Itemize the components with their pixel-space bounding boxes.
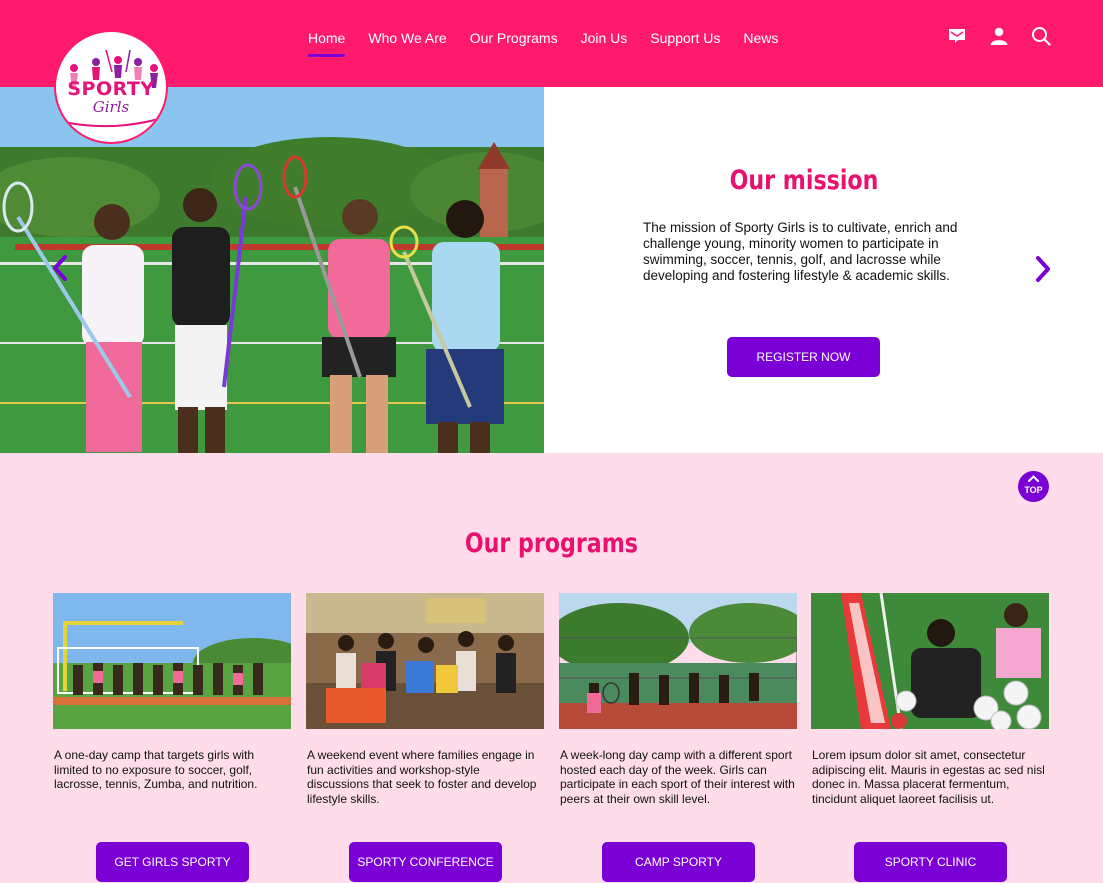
nav-item-support-us[interactable]: Support Us (650, 28, 720, 48)
program-photo (811, 593, 1049, 729)
main-nav: Home Who We Are Our Programs Join Us Sup… (308, 28, 801, 57)
program-description: A weekend event where families engage in… (307, 748, 537, 806)
register-now-button[interactable]: REGISTER NOW (727, 337, 880, 377)
mission-text: The mission of Sporty Girls is to cultiv… (643, 220, 958, 283)
chevron-left-icon[interactable] (48, 252, 72, 284)
program-card: Lorem ipsum dolor sit amet, consectetur … (811, 593, 1049, 882)
program-card: A one-day camp that targets girls with l… (53, 593, 291, 882)
mail-icon[interactable] (947, 26, 967, 46)
back-to-top-button[interactable]: TOP (1018, 471, 1049, 502)
program-card: A weekend event where families engage in… (306, 593, 544, 882)
logo-wordmark-girls: Girls (92, 98, 130, 116)
camp-sporty-button[interactable]: CAMP SPORTY (602, 842, 755, 882)
sporty-girls-logo[interactable]: SPORTY Girls (54, 30, 168, 144)
programs-title: Our programs (464, 528, 638, 559)
search-icon[interactable] (1031, 26, 1051, 46)
user-icon[interactable] (989, 26, 1009, 46)
back-to-top-label: TOP (1024, 485, 1043, 495)
program-photo (53, 593, 291, 729)
get-girls-sporty-button[interactable]: GET GIRLS SPORTY (96, 842, 249, 882)
mission-title: Our mission (729, 165, 879, 196)
logo-wordmark-sporty: SPORTY (67, 78, 155, 100)
chevron-right-icon[interactable] (1031, 253, 1055, 285)
chevron-up-icon (1028, 475, 1039, 482)
mission-panel: Our mission The mission of Sporty Girls … (544, 87, 1103, 453)
program-photo (306, 593, 544, 729)
sporty-clinic-button[interactable]: SPORTY CLINIC (854, 842, 1007, 882)
nav-item-who-we-are[interactable]: Who We Are (368, 28, 446, 48)
program-description: A week-long day camp with a different sp… (560, 748, 795, 806)
header-icons (947, 26, 1051, 46)
program-description: Lorem ipsum dolor sit amet, consectetur … (812, 748, 1045, 806)
program-description: A one-day camp that targets girls with l… (54, 748, 258, 791)
program-card: A week-long day camp with a different sp… (559, 593, 797, 882)
nav-item-join-us[interactable]: Join Us (581, 28, 628, 48)
nav-item-home[interactable]: Home (308, 28, 346, 57)
program-photo (559, 593, 797, 729)
nav-item-our-programs[interactable]: Our Programs (470, 28, 558, 48)
nav-item-news[interactable]: News (743, 28, 778, 48)
sporty-conference-button[interactable]: SPORTY CONFERENCE (349, 842, 502, 882)
